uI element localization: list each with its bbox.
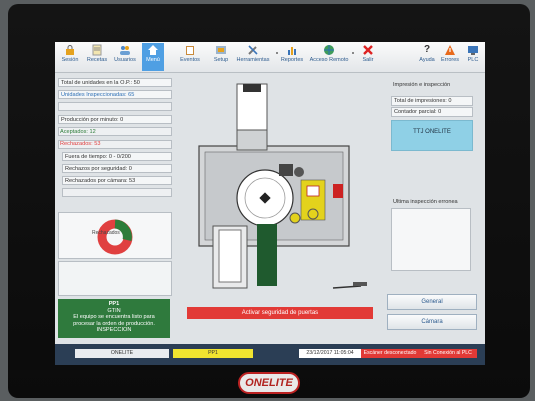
- setup-icon: [216, 46, 226, 54]
- toolbar-menu-button[interactable]: Menú: [142, 43, 164, 71]
- roller-yellow: [307, 208, 319, 220]
- conveyor-arm: [332, 285, 362, 289]
- conveyor-end: [353, 282, 367, 286]
- toolbar-separator: [352, 52, 354, 54]
- last-error-image-panel: [391, 208, 471, 271]
- production-per-minute-row: Producción por minuto: 0: [58, 115, 172, 124]
- help-icon: ?: [423, 44, 431, 55]
- hmi-screen: Sesión Recetas Usuarios Menú Eventos Set…: [55, 42, 485, 365]
- toolbar-sesion-button[interactable]: Sesión: [59, 43, 81, 71]
- out-of-time-row: Fuera de tiempo: 0 - 0/200: [62, 152, 172, 161]
- sensor-red: [333, 184, 343, 198]
- roller-yellow: [289, 212, 301, 224]
- rejection-chart-panel: Rechazados: [58, 212, 172, 259]
- toolbar-plc-button[interactable]: PLC: [463, 43, 483, 71]
- brand-logo: ONELITE: [238, 372, 300, 394]
- security-rejects-row: Rechazos por seguridad: 0: [62, 164, 172, 173]
- machine-name-status: ONELITE: [75, 349, 169, 358]
- toolbar-usuarios-button[interactable]: Usuarios: [112, 43, 138, 71]
- users-icon: [120, 46, 130, 55]
- close-icon: [363, 45, 373, 55]
- toolbar-acceso-remoto-button[interactable]: Acceso Remoto: [309, 43, 349, 71]
- toolbar-salir-button[interactable]: Salir: [357, 43, 379, 71]
- output-chute-green: [257, 224, 277, 286]
- door-security-alert: Activar seguridad de puertas: [187, 307, 373, 319]
- home-icon: [148, 45, 158, 55]
- empty-panel: [58, 261, 172, 296]
- product-status: PP1: [173, 349, 253, 358]
- machine-diagram: [198, 83, 367, 289]
- message-line: INSPECCION: [96, 327, 132, 333]
- warning-icon: [445, 45, 455, 55]
- toolbar-errores-button[interactable]: Errores: [439, 43, 461, 71]
- toolbar-ayuda-button[interactable]: ? Ayuda: [417, 43, 437, 71]
- rejection-donut-chart: Rechazados: [92, 219, 133, 255]
- recipe-icon: [92, 44, 102, 56]
- partial-counter-row: Contador parcial: 0: [391, 107, 473, 117]
- ttj-onelite-panel: TTJ ONELITE: [391, 120, 473, 151]
- toolbar-recetas-button[interactable]: Recetas: [85, 43, 109, 71]
- empty-row: [58, 102, 172, 111]
- tools-icon: [248, 45, 258, 55]
- print-head: [306, 185, 320, 197]
- lock-icon: [66, 45, 74, 55]
- toolbar-herramientas-button[interactable]: Herramientas: [235, 43, 271, 71]
- roller-top: [294, 167, 304, 177]
- inspected-units-row: Unidades Inspeccionadas: 65: [58, 90, 172, 99]
- datetime-status: 23/12/2017 11:05:04: [299, 349, 361, 358]
- toolbar-reportes-button[interactable]: Reportes: [278, 43, 306, 71]
- toolbar-eventos-button[interactable]: Eventos: [177, 43, 203, 71]
- scanner-status: Escáner desconectado: [361, 349, 419, 358]
- toolbar-setup-button[interactable]: Setup: [210, 43, 232, 71]
- pusher-block: [279, 164, 293, 176]
- rejected-row: Rechazados: 53: [60, 141, 101, 147]
- globe-icon: [324, 45, 334, 55]
- camera-rejects-row: Rechazados por cámara: 53: [62, 176, 172, 185]
- reports-icon: [288, 47, 296, 55]
- clipboard-icon: [186, 46, 194, 55]
- reject-bin-window: [218, 229, 242, 283]
- status-bar: ONELITE PP1 23/12/2017 11:05:04 Escáner …: [55, 344, 485, 365]
- main-toolbar: Sesión Recetas Usuarios Menú Eventos Set…: [55, 42, 485, 73]
- total-prints-row: Total de impresiones: 0: [391, 96, 473, 106]
- message-line: El equipo se encuentra listo para: [73, 314, 155, 320]
- monitor-icon: [468, 46, 478, 55]
- general-button[interactable]: General: [387, 294, 477, 310]
- print-inspection-title: Impresión e inspección: [393, 82, 451, 88]
- empty-row: [62, 188, 172, 197]
- donut-label: Rechazados: [92, 230, 120, 236]
- last-error-title: Ultima inspección erronea: [393, 199, 458, 205]
- plc-connection-status: Sin Conexión al PLC: [419, 349, 477, 358]
- hopper-cap: [243, 84, 261, 92]
- total-units-row: Total de unidades en la O.P.: 50: [58, 78, 172, 87]
- feeder-chute: [236, 129, 268, 151]
- accepted-row: Aceptados: 12: [60, 129, 96, 135]
- camera-button[interactable]: Cámara: [387, 314, 477, 330]
- status-message-panel: PP1 GTIN El equipo se encuentra listo pa…: [58, 299, 170, 338]
